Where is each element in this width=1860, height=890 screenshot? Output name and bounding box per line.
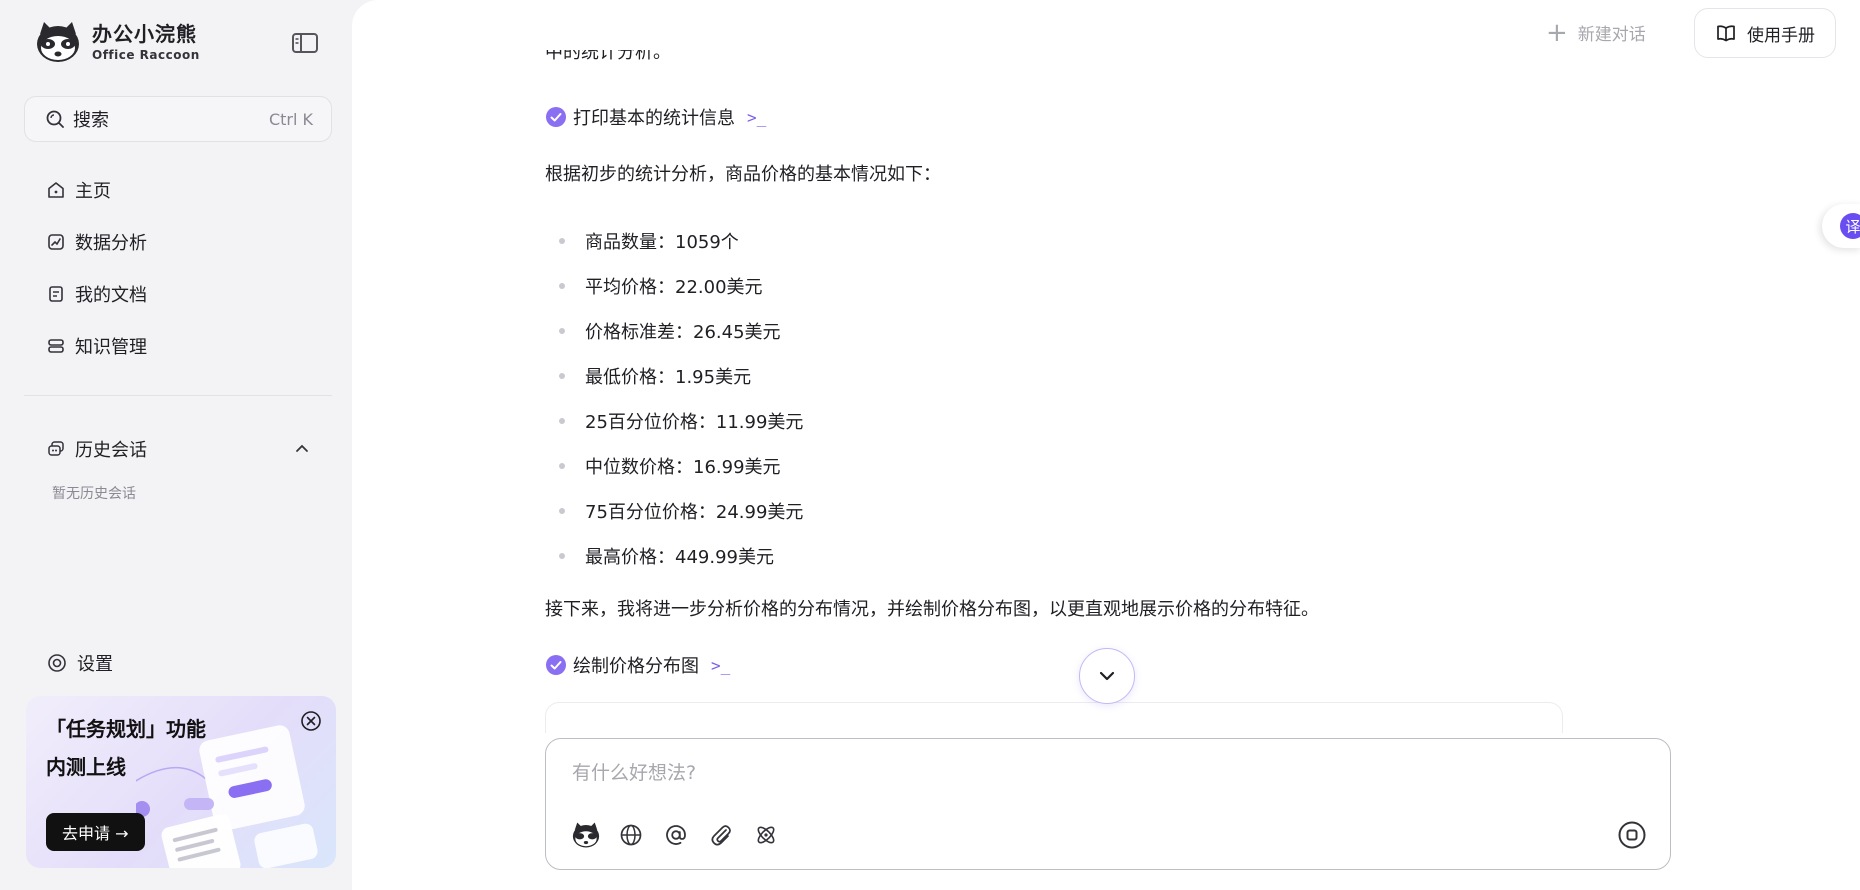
search-shortcut: Ctrl K [268,109,313,129]
plus-icon: + [1546,17,1568,48]
tool-step-plot-distribution[interactable]: 绘制价格分布图 >_ [545,652,730,678]
list-item: 25百分位价格：11.99美元 [545,398,803,443]
settings-label: 设置 [77,654,113,675]
assistant-button[interactable] [570,819,602,851]
history-title: 历史会话 [75,440,147,461]
globe-icon [620,824,642,846]
nav-item-data-analysis[interactable]: 数据分析 [24,216,332,268]
paperclip-icon [711,825,731,846]
stats-intro-text: 根据初步的统计分析，商品价格的基本情况如下： [545,164,941,185]
apply-button[interactable]: 去申请 → [46,813,145,851]
main-panel: + 新建对话 使用手册 中的统计分析。 打印基本的统计信息 >_ 根据初步的统计… [352,0,1860,890]
truncated-text: 中的统计分析。 [545,50,671,63]
translate-icon: 译 [1840,213,1860,239]
chevron-down-icon [1099,671,1115,681]
promo-card: 「任务规划」功能 内测上线 去申请 → [26,696,336,868]
history-chat-icon [48,441,64,456]
tool-step-print-stats[interactable]: 打印基本的统计信息 >_ [545,104,766,130]
web-search-button[interactable] [615,819,647,851]
search-label: 搜索 [73,110,109,131]
brand-subtitle: Office Raccoon [92,48,200,62]
settings-button[interactable]: 设置 [46,650,113,676]
nav-item-home[interactable]: 主页 [24,164,332,216]
list-item: 价格标准差：26.45美元 [545,308,803,353]
terminal-icon[interactable]: >_ [747,108,766,127]
home-icon [48,182,64,198]
list-item: 最高价格：449.99美元 [545,533,803,578]
list-item: 75百分位价格：24.99美元 [545,488,803,533]
document-icon [49,286,63,302]
check-circle-icon [546,655,566,675]
new-chat-button[interactable]: + 新建对话 [1546,17,1646,48]
brand-name: 办公小浣熊 [92,22,197,46]
main-nav: 主页 数据分析 我的文档 知识管理 [24,164,332,372]
knowledge-icon [48,339,64,353]
raccoon-icon [572,822,600,848]
book-icon [1717,25,1735,42]
stats-list: 商品数量：1059个 平均价格：22.00美元 价格标准差：26.45美元 最低… [545,218,803,578]
composer-toolbar [570,819,795,851]
check-circle-icon [546,107,566,127]
nav-item-my-documents[interactable]: 我的文档 [24,268,332,320]
translate-float-button[interactable]: 译 [1822,204,1860,248]
scroll-to-bottom-button[interactable] [1079,648,1135,704]
composer [545,738,1671,870]
sidebar-toggle-icon[interactable] [290,30,320,56]
history-section-toggle[interactable]: 历史会话 [46,436,310,462]
list-item: 平均价格：22.00美元 [545,263,803,308]
user-manual-label: 使用手册 [1747,25,1815,46]
tool-step-label: 打印基本的统计信息 [573,108,735,129]
attach-button[interactable] [705,819,737,851]
tool-step-label: 绘制价格分布图 [573,656,699,677]
promo-title-line1: 「任务规划」功能 [46,717,206,741]
settings-icon [48,654,66,672]
atom-icon [757,826,775,844]
next-step-text: 接下来，我将进一步分析价格的分布情况，并绘制价格分布图，以更直观地展示价格的分布… [545,599,1319,620]
user-manual-button[interactable]: 使用手册 [1694,8,1836,58]
history-empty-text: 暂无历史会话 [52,486,136,502]
nav-label: 主页 [75,181,111,202]
raccoon-logo-icon [37,22,79,62]
new-chat-label: 新建对话 [1577,25,1646,45]
deep-think-button[interactable] [750,819,782,851]
nav-label: 数据分析 [75,233,147,254]
sidebar-divider [24,395,332,396]
result-card-edge [545,702,1563,733]
stop-generation-icon[interactable] [1616,819,1648,851]
close-icon[interactable] [300,710,322,732]
list-item: 最低价格：1.95美元 [545,353,803,398]
sidebar: 办公小浣熊 Office Raccoon 搜索 Ctrl K 主页 数据分析 我… [4,0,352,890]
terminal-icon[interactable]: >_ [711,656,730,675]
nav-label: 我的文档 [75,285,147,306]
brand[interactable]: 办公小浣熊 Office Raccoon [34,20,200,64]
at-icon [666,825,686,845]
chevron-up-icon[interactable] [294,441,310,457]
search-box[interactable]: 搜索 Ctrl K [24,96,332,142]
chart-icon [48,234,64,250]
message-input[interactable] [570,761,1574,785]
list-item: 中位数价格：16.99美元 [545,443,803,488]
mention-button[interactable] [660,819,692,851]
nav-label: 知识管理 [75,337,147,358]
search-icon [46,110,64,128]
nav-item-knowledge[interactable]: 知识管理 [24,320,332,372]
list-item: 商品数量：1059个 [545,218,803,263]
promo-title-line2: 内测上线 [46,755,126,779]
